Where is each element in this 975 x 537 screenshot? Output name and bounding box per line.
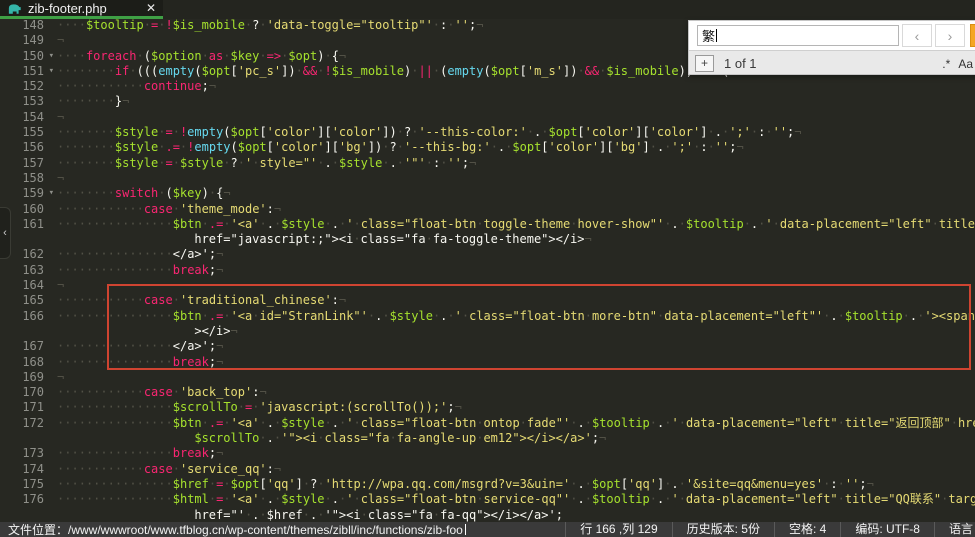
line-number: 154	[0, 110, 44, 125]
code-line: ········$style·.=·!empty($opt['color']['…	[57, 140, 975, 155]
regex-toggle[interactable]: .*	[942, 57, 950, 71]
line-number: 171	[0, 400, 44, 415]
history-versions[interactable]: 历史版本: 5份	[672, 522, 774, 537]
line-number: 148	[0, 18, 44, 33]
code-line: ········}¬	[57, 94, 975, 109]
line-number: 151▾	[0, 64, 44, 79]
code-line: ¬	[57, 110, 975, 125]
code-lines: ····$tooltip·=·!$is_mobile·?·'data-toggl…	[57, 18, 975, 523]
line-number: 175	[0, 477, 44, 492]
code-line: ············continue;¬	[57, 79, 975, 94]
line-number: 165	[0, 293, 44, 308]
line-number: 150▾	[0, 49, 44, 64]
code-line: ················$scrollTo·=·'javascript:…	[57, 400, 975, 415]
line-number: 152	[0, 79, 44, 94]
case-sensitive-toggle[interactable]: Aa	[958, 57, 973, 71]
line-number: 168	[0, 355, 44, 370]
code-line: href="'·.·$href·.·'"><i·class="fa·fa-qq"…	[57, 508, 975, 523]
code-line: href="javascript:;"><i·class="fa·fa-togg…	[57, 232, 975, 247]
code-line: ¬	[57, 171, 975, 186]
line-number: 166	[0, 309, 44, 324]
search-panel: 繁 ‹ › + 1 of 1 .* Aa	[688, 20, 975, 75]
line-number: 170	[0, 385, 44, 400]
code-line: ············case·'service_qq':¬	[57, 462, 975, 477]
line-number: 156	[0, 140, 44, 155]
line-number: 174	[0, 462, 44, 477]
code-line: ················break;¬	[57, 355, 975, 370]
line-number: 172	[0, 416, 44, 431]
code-line: ></i>¬	[57, 324, 975, 339]
close-icon[interactable]: ✕	[146, 1, 156, 15]
line-number: 163	[0, 263, 44, 278]
code-editor[interactable]: 148149150▾151▾152153154155156157158159▾ 1…	[0, 18, 975, 523]
toggle-replace-button[interactable]: +	[695, 55, 714, 72]
line-number: 169	[0, 370, 44, 385]
file-location: 文件位置：/www/wwwroot/www.tfblog.cn/wp-conte…	[0, 522, 565, 537]
code-line: ¬	[57, 370, 975, 385]
line-number: 155	[0, 125, 44, 140]
search-query-text: 繁	[702, 26, 715, 45]
line-number	[0, 508, 44, 523]
code-line: ········$style·=·!empty($opt['color']['c…	[57, 125, 975, 140]
gutter: 148149150▾151▾152153154155156157158159▾ 1…	[0, 18, 50, 523]
language-indicator[interactable]: 语言	[934, 522, 975, 537]
status-caret	[465, 524, 466, 535]
code-line: ················break;¬	[57, 446, 975, 461]
code-line: ············case·'traditional_chinese':¬	[57, 293, 975, 308]
sidebar-collapse-handle[interactable]: ‹	[0, 207, 11, 259]
search-extra-button[interactable]	[970, 24, 975, 47]
code-line: ················$btn·.=·'<a'·.·$style·.·…	[57, 217, 975, 232]
tab-title: zib-footer.php	[28, 1, 107, 16]
code-line: ················$btn·.=·'<a'·.·$style·.·…	[57, 416, 975, 431]
code-line: ············case·'theme_mode':¬	[57, 202, 975, 217]
match-counter: 1 of 1	[724, 56, 757, 71]
code-line: ················break;¬	[57, 263, 975, 278]
code-line: ················$btn·.=·'<a·id="StranLin…	[57, 309, 975, 324]
find-prev-button[interactable]: ‹	[902, 24, 932, 47]
line-number: 153	[0, 94, 44, 109]
line-number	[0, 324, 44, 339]
code-line: ········switch·($key)·{¬	[57, 186, 975, 201]
line-number: 167	[0, 339, 44, 354]
chevron-left-icon: ‹	[915, 28, 920, 44]
spaces-indicator[interactable]: 空格: 4	[774, 522, 840, 537]
line-number	[0, 431, 44, 446]
text-cursor	[716, 29, 717, 42]
code-line: $scrollTo·.·'"><i·class="fa·fa-angle-up·…	[57, 431, 975, 446]
line-number: 149	[0, 33, 44, 48]
line-number: 173	[0, 446, 44, 461]
chevron-left-icon: ‹	[3, 227, 7, 239]
code-line: ················$href·=·$opt['qq']·?·'ht…	[57, 477, 975, 492]
code-line: ················$html·=·'<a'·.·$style·.·…	[57, 492, 975, 507]
file-location-text: 文件位置：/www/wwwroot/www.tfblog.cn/wp-conte…	[8, 522, 463, 537]
line-number: 158	[0, 171, 44, 186]
tab-bar: zib-footer.php ✕	[0, 0, 975, 19]
code-line: ············case·'back_top':¬	[57, 385, 975, 400]
code-line: ¬	[57, 278, 975, 293]
search-row-find: 繁 ‹ ›	[689, 21, 975, 50]
line-number: 164	[0, 278, 44, 293]
code-line: ········$style·=·$style·?·'·style="'·.·$…	[57, 156, 975, 171]
code-line: ················</a>';¬	[57, 339, 975, 354]
line-number: 159▾	[0, 186, 44, 201]
code-line: ················</a>';¬	[57, 247, 975, 262]
status-bar: 文件位置：/www/wwwroot/www.tfblog.cn/wp-conte…	[0, 522, 975, 537]
encoding-indicator[interactable]: 编码: UTF-8	[840, 522, 934, 537]
line-number: 176	[0, 492, 44, 507]
search-row-options: + 1 of 1 .* Aa	[689, 50, 975, 75]
php-file-icon	[7, 2, 22, 14]
tab-zib-footer[interactable]: zib-footer.php ✕	[0, 0, 163, 19]
line-col-indicator: 行 166 ,列 129	[565, 522, 671, 537]
find-next-button[interactable]: ›	[935, 24, 965, 47]
line-number: 157	[0, 156, 44, 171]
chevron-right-icon: ›	[948, 28, 953, 44]
search-input[interactable]: 繁	[697, 25, 899, 46]
